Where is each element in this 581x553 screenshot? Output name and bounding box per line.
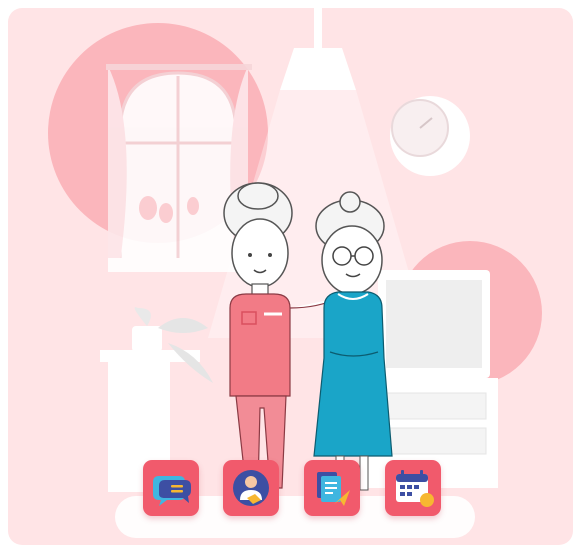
caregiver-profile-button[interactable] xyxy=(223,460,279,516)
calendar-icon xyxy=(396,470,434,507)
wall-clock xyxy=(390,96,470,176)
calendar-button[interactable] xyxy=(385,460,441,516)
care-scene-illustration xyxy=(48,8,542,492)
illustration-card xyxy=(8,8,573,545)
caregiver-profile-icon xyxy=(233,470,269,506)
documents-button[interactable] xyxy=(304,460,360,516)
chat-button[interactable] xyxy=(143,460,199,516)
chat-bubble-icon xyxy=(153,476,191,506)
document-send-icon xyxy=(317,472,350,506)
elderly-woman-figure xyxy=(313,191,393,491)
